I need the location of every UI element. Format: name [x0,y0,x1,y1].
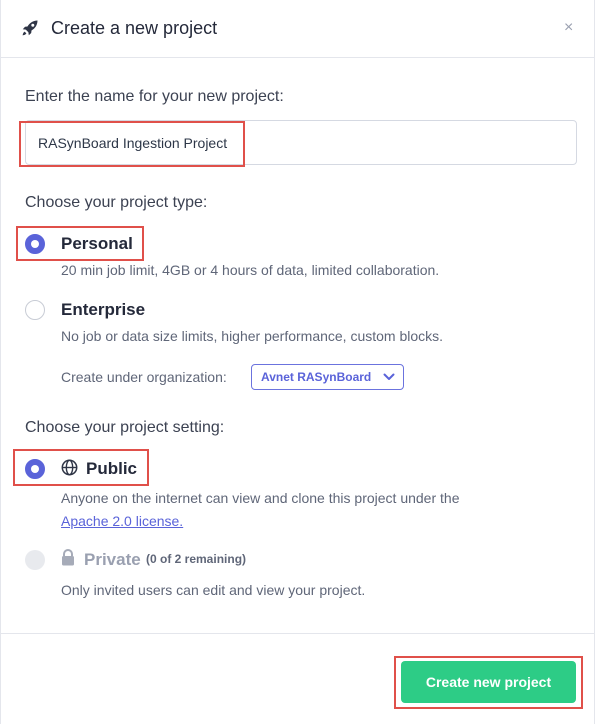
enterprise-option-title: Enterprise [61,300,146,319]
create-project-dialog: Create a new project × Enter the name fo… [0,0,595,724]
close-icon[interactable]: × [564,19,573,37]
chevron-down-icon [383,373,395,380]
enterprise-option-description: No job or data size limits, higher perfo… [61,328,444,344]
rocket-icon [22,20,38,36]
organization-select-value: Avnet RASynBoard [261,370,372,384]
project-setting-label: Choose your project setting: [25,419,225,436]
private-option-title: Private [84,550,141,569]
personal-option-title: Personal [61,234,133,253]
private-option-description: Only invited users can edit and view you… [61,582,366,598]
private-remaining-count: (0 of 2 remaining) [146,552,247,566]
globe-icon [61,459,78,476]
organization-label: Create under organization: [61,369,227,385]
apache-license-link[interactable]: Apache 2.0 license. [61,513,183,529]
organization-select[interactable]: Avnet RASynBoard [251,364,404,390]
project-type-label: Choose your project type: [25,194,208,211]
personal-radio[interactable] [25,234,45,254]
public-option-title: Public [86,459,138,478]
lock-icon [62,549,74,566]
personal-option-description: 20 min job limit, 4GB or 4 hours of data… [61,262,440,278]
project-name-label: Enter the name for your new project: [25,88,284,105]
create-project-button[interactable]: Create new project [401,661,576,703]
private-radio[interactable] [25,550,45,570]
project-name-input[interactable] [25,120,577,165]
enterprise-radio[interactable] [25,300,45,320]
public-radio[interactable] [25,459,45,479]
public-option-description: Anyone on the internet can view and clon… [61,490,460,506]
dialog-title: Create a new project [51,18,218,38]
footer-divider [1,633,595,634]
dialog-header: Create a new project × [1,0,595,58]
